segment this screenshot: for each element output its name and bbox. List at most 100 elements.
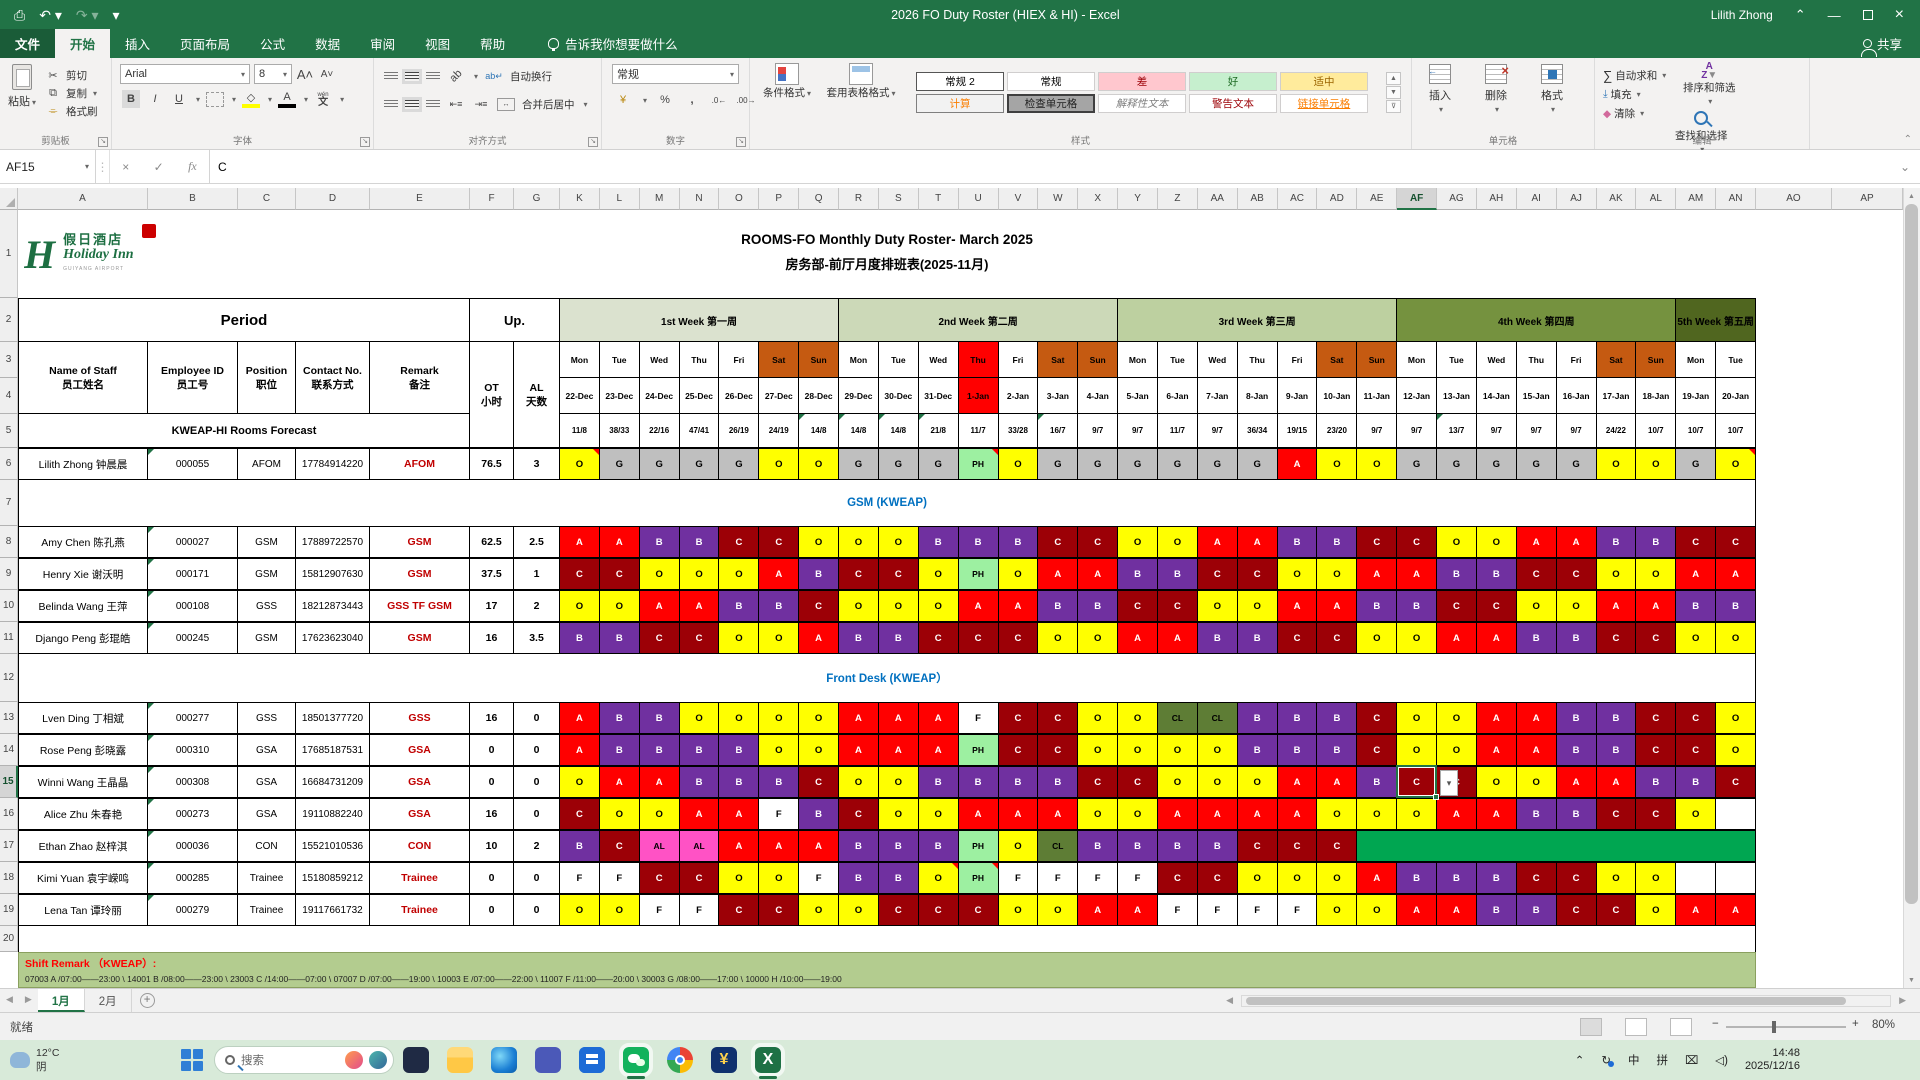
date-header[interactable]: 8-Jan — [1238, 378, 1278, 414]
font-dialog-launcher[interactable]: ↘ — [360, 137, 370, 147]
shift-cell-C[interactable]: C — [1038, 734, 1078, 766]
shift-cell-C[interactable]: C — [1078, 526, 1118, 558]
cell-style-常规 2[interactable]: 常规 2 — [916, 72, 1004, 91]
staff-id[interactable]: 000027 — [148, 526, 238, 558]
col-header-X[interactable]: X — [1078, 188, 1118, 210]
shift-cell-C[interactable]: C — [879, 894, 919, 926]
shift-cell-O[interactable]: O — [1597, 448, 1637, 480]
day-header[interactable]: Tue — [600, 342, 640, 378]
shift-cell-A[interactable]: A — [1676, 894, 1716, 926]
staff-id[interactable]: 000245 — [148, 622, 238, 654]
shift-cell-C[interactable]: C — [680, 862, 720, 894]
shift-cell-B[interactable]: B — [1676, 766, 1716, 798]
shift-cell-C[interactable]: C — [1636, 798, 1676, 830]
shift-cell-A[interactable]: A — [1198, 526, 1238, 558]
cut-button[interactable]: ✂剪切 — [44, 66, 98, 84]
col-header-AA[interactable]: AA — [1198, 188, 1238, 210]
collapse-ribbon-icon[interactable]: ⌃ — [1904, 134, 1912, 145]
col-header-AG[interactable]: AG — [1437, 188, 1477, 210]
normal-view-button[interactable] — [1580, 1018, 1602, 1036]
staff-al[interactable]: 1 — [514, 558, 560, 590]
shift-cell-F[interactable]: F — [1078, 862, 1118, 894]
shift-cell-O[interactable]: O — [839, 894, 879, 926]
staff-name[interactable]: Lven Ding 丁相斌 — [18, 702, 148, 734]
col-header-W[interactable]: W — [1038, 188, 1078, 210]
staff-remark[interactable]: GSM — [370, 622, 470, 654]
shift-cell-A[interactable]: A — [560, 702, 600, 734]
shift-cell-A[interactable]: A — [560, 526, 600, 558]
col-header-R[interactable]: R — [839, 188, 879, 210]
shift-cell-O[interactable]: O — [600, 798, 640, 830]
row-header-1[interactable]: 1 — [0, 210, 18, 298]
expand-formula-bar-icon[interactable]: ⌄ — [1890, 150, 1920, 183]
shift-cell-A[interactable]: A — [1557, 526, 1597, 558]
date-header[interactable]: 1-Jan — [959, 378, 999, 414]
staff-ot[interactable]: 17 — [470, 590, 514, 622]
shift-cell-A[interactable]: A — [799, 622, 839, 654]
shift-cell-G[interactable]: G — [1557, 448, 1597, 480]
shift-cell-B[interactable]: B — [1118, 558, 1158, 590]
shift-cell-O[interactable]: O — [1238, 590, 1278, 622]
shift-cell-C[interactable]: C — [1636, 702, 1676, 734]
forecast-cell[interactable]: 23/20 — [1317, 414, 1357, 448]
shift-cell-O[interactable]: O — [839, 526, 879, 558]
shift-cell-A[interactable]: A — [1397, 894, 1437, 926]
fill-color-icon[interactable]: ◇ — [242, 90, 260, 108]
shift-cell-C[interactable]: C — [1557, 558, 1597, 590]
shift-cell-B[interactable]: B — [1238, 734, 1278, 766]
shift-cell-PH[interactable]: PH — [959, 862, 999, 894]
shift-cell-B[interactable]: B — [839, 862, 879, 894]
staff-contact[interactable]: 19117661732 — [296, 894, 370, 926]
zoom-level[interactable]: 80% — [1872, 1019, 1895, 1031]
shift-cell-B[interactable]: B — [1517, 894, 1557, 926]
shift-cell-C[interactable]: C — [1397, 526, 1437, 558]
shift-cell-O[interactable]: O — [1118, 798, 1158, 830]
shift-cell-C[interactable]: C — [1557, 894, 1597, 926]
day-header[interactable]: Wed — [1198, 342, 1238, 378]
shift-cell-A[interactable]: A — [999, 798, 1039, 830]
shift-cell-B[interactable]: B — [879, 862, 919, 894]
row-header-4[interactable]: 4 — [0, 378, 18, 414]
row-header-15[interactable]: 15 — [0, 766, 18, 798]
day-header[interactable]: Sun — [799, 342, 839, 378]
shift-cell-O[interactable]: O — [1198, 766, 1238, 798]
shift-cell-B[interactable]: B — [680, 766, 720, 798]
shift-cell-O[interactable]: O — [1437, 734, 1477, 766]
shift-cell-G[interactable]: G — [1078, 448, 1118, 480]
save-icon[interactable]: ⎙ — [14, 7, 25, 24]
shift-cell-A[interactable]: A — [1437, 622, 1477, 654]
shift-cell-O[interactable]: O — [1636, 558, 1676, 590]
staff-al[interactable]: 0 — [514, 862, 560, 894]
staff-position[interactable]: AFOM — [238, 448, 296, 480]
scroll-left-icon[interactable]: ◀ — [1220, 990, 1239, 1011]
shift-cell-B[interactable]: B — [1557, 798, 1597, 830]
staff-remark[interactable]: CON — [370, 830, 470, 862]
staff-position[interactable]: GSM — [238, 622, 296, 654]
italic-button[interactable]: I — [146, 90, 164, 108]
shift-cell-A[interactable]: A — [640, 766, 680, 798]
shift-cell-A[interactable]: A — [919, 734, 959, 766]
staff-position[interactable]: Trainee — [238, 862, 296, 894]
shift-cell-C[interactable]: C — [1038, 702, 1078, 734]
forecast-cell[interactable]: 9/7 — [1118, 414, 1158, 448]
clipboard-dialog-launcher[interactable]: ↘ — [98, 137, 108, 147]
forecast-cell[interactable]: 9/7 — [1357, 414, 1397, 448]
shift-cell-G[interactable]: G — [1198, 448, 1238, 480]
staff-contact[interactable]: 19110882240 — [296, 798, 370, 830]
percent-style-icon[interactable]: % — [656, 91, 674, 109]
shift-cell-A[interactable]: A — [1557, 766, 1597, 798]
staff-ot[interactable]: 37.5 — [470, 558, 514, 590]
shift-cell-C[interactable]: C — [919, 894, 959, 926]
shift-cell-O[interactable]: O — [1676, 622, 1716, 654]
shift-cell-C[interactable]: C — [1477, 590, 1517, 622]
shift-cell-A[interactable]: A — [1597, 590, 1637, 622]
shift-cell-O[interactable]: O — [1158, 526, 1198, 558]
shift-cell-C[interactable]: C — [1038, 526, 1078, 558]
col-header-AL[interactable]: AL — [1636, 188, 1676, 210]
shift-cell-B[interactable]: B — [959, 766, 999, 798]
col-header-O[interactable]: O — [719, 188, 759, 210]
staff-name[interactable]: Lilith Zhong 钟晨晨 — [18, 448, 148, 480]
shift-cell-C[interactable]: C — [1716, 526, 1756, 558]
name-box[interactable]: AF15▾ — [0, 150, 96, 183]
shift-cell-B[interactable]: B — [1078, 830, 1118, 862]
